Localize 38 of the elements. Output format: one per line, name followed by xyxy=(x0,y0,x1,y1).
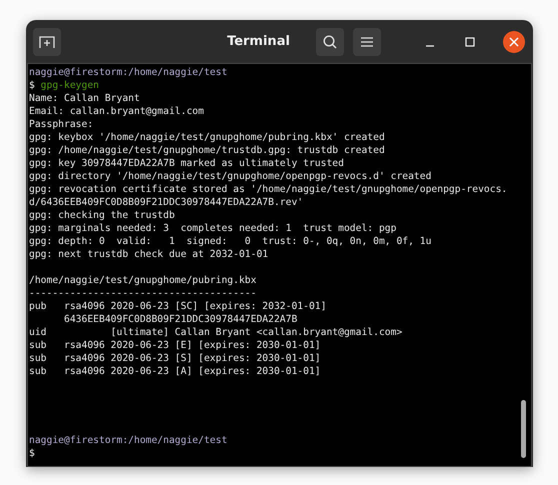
search-button[interactable] xyxy=(316,28,344,56)
output-line: gpg: checking the trustdb xyxy=(29,209,176,222)
prompt-path: naggie@firestorm:/home/naggie/test xyxy=(29,434,228,447)
output-line: gpg: marginals needed: 3 completes needed: 1 trust model: pgp xyxy=(29,222,398,235)
close-icon xyxy=(509,36,519,46)
output-line: sub rsa4096 2020-06-23 [E] [expires: 2030-01-01] xyxy=(29,339,322,352)
search-icon xyxy=(323,34,337,48)
menu-icon xyxy=(361,36,373,46)
new-tab-button[interactable] xyxy=(33,28,61,56)
command-text: gpg-keygen xyxy=(40,80,99,91)
maximize-icon xyxy=(465,36,475,46)
menu-button[interactable] xyxy=(353,28,381,56)
output-line: uid [ultimate] Callan Bryant <callan.bryant@gmail.com> xyxy=(29,326,404,339)
output-line: gpg: directory '/home/naggie/test/gnupghome/openpgp-revocs.d' created xyxy=(29,170,432,183)
output-line: sub rsa4096 2020-06-23 [S] [expires: 2030-01-01] xyxy=(29,352,322,365)
output-line: Name: Callan Bryant xyxy=(29,92,141,105)
output-line: --------------------------------------- xyxy=(29,287,258,300)
prompt-symbol: $ xyxy=(29,448,35,459)
output-line: gpg: key 30978447EDA22A7B marked as ultimately trusted xyxy=(29,157,345,170)
output-line: Passphrase: xyxy=(29,118,94,131)
output-line: Email: callan.bryant@gmail.com xyxy=(29,105,205,118)
output-line: sub rsa4096 2020-06-23 [A] [expires: 2030-01-01] xyxy=(29,365,322,378)
output-line: pub rsa4096 2020-06-23 [SC] [expires: 2032-01-01] xyxy=(29,300,328,313)
output-line: 6436EEB409FC0D8B09F21DDC30978447EDA22A7B xyxy=(62,313,298,326)
prompt-symbol: $ xyxy=(29,80,35,91)
output-line: d/6436EEB409FC0D8B09F21DDC30978447EDA22A7B.rev' xyxy=(29,196,304,209)
output-line: gpg: revocation certificate stored as '/home/naggie/test/gnupghome/openpgp-revocs. xyxy=(29,183,508,196)
minimize-icon xyxy=(425,44,435,46)
prompt-path: naggie@firestorm:/home/naggie/test xyxy=(29,66,228,79)
output-line: /home/naggie/test/gnupghome/pubring.kbx xyxy=(29,274,258,287)
window-title: Terminal xyxy=(226,34,291,49)
output-line: gpg: next trustdb check due at 2032-01-01 xyxy=(29,248,270,261)
new-tab-icon xyxy=(39,34,55,48)
output-line: gpg: keybox '/home/naggie/test/gnupghome/pubring.kbx' created xyxy=(29,131,386,144)
close-button[interactable] xyxy=(503,30,525,52)
scrollbar[interactable] xyxy=(521,400,526,458)
output-line: gpg: depth: 0 valid: 1 signed: 0 trust: 0-, 0q, 0n, 0m, 0f, 1u xyxy=(29,235,432,248)
output-line: gpg: /home/naggie/test/gnupghome/trustdb.gpg: trustdb created xyxy=(29,144,386,157)
